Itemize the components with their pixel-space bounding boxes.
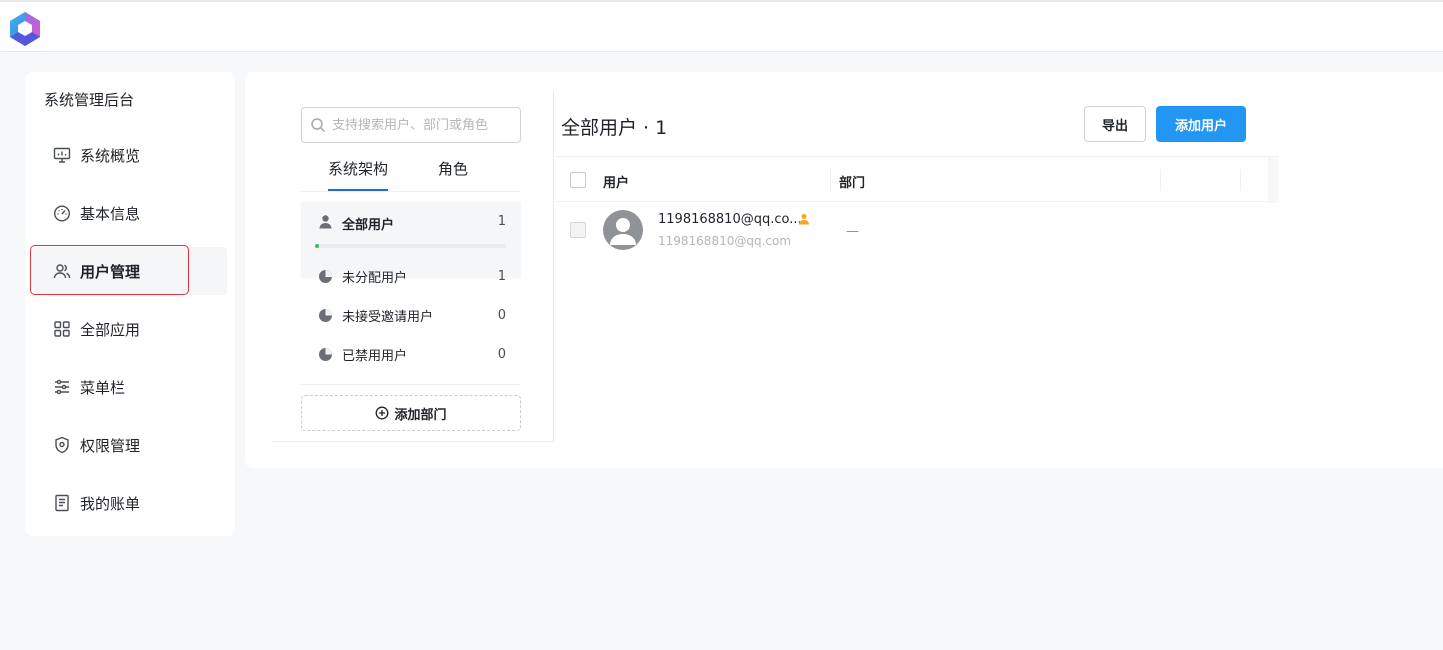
- tab-system-structure[interactable]: 系统架构: [328, 158, 389, 191]
- search-box: [301, 107, 521, 143]
- top-bar: [0, 0, 1443, 52]
- group-unassigned-users[interactable]: 未分配用户 1: [301, 257, 521, 296]
- add-department-button[interactable]: 添加部门: [301, 395, 521, 431]
- table-header: 用户 部门: [556, 156, 1279, 203]
- tab-roles[interactable]: 角色: [438, 158, 468, 189]
- sidebar-item-overview[interactable]: 系统概览: [33, 131, 227, 179]
- group-count: 0: [497, 308, 506, 323]
- search-icon: [311, 118, 326, 133]
- main-content: 系统架构 角色 全部用户 1 未分配用户 1 未接受邀请用户 0: [245, 72, 1443, 468]
- add-user-button[interactable]: 添加用户: [1156, 106, 1246, 142]
- all-users-progress-bar: [315, 244, 506, 248]
- sliders-icon: [53, 378, 71, 396]
- progress-fill: [315, 244, 319, 248]
- sidebar-item-permissions[interactable]: 权限管理: [33, 421, 227, 469]
- panel-divider: [301, 384, 521, 385]
- pie-chart-icon: [318, 269, 333, 284]
- column-separator: [1160, 169, 1161, 191]
- sidebar-item-label: 我的账单: [80, 494, 141, 513]
- user-email: 1198168810@qq.com: [658, 234, 792, 248]
- bill-document-icon: [53, 494, 71, 512]
- column-header-department: 部门: [839, 176, 866, 191]
- org-tabs: 系统架构 角色: [301, 152, 521, 192]
- user-name: 1198168810@qq.co...: [658, 212, 802, 227]
- sidebar-item-label: 用户管理: [80, 262, 141, 281]
- sidebar-item-label: 权限管理: [80, 436, 141, 455]
- user-icon: [318, 214, 333, 229]
- sidebar: 系统管理后台 系统概览 基本信息 用户管理 全部应用 菜单栏 权限管理 我的账单: [25, 72, 235, 536]
- shield-icon: [53, 436, 71, 454]
- sidebar-title: 系统管理后台: [44, 91, 135, 109]
- sidebar-item-menu-bar[interactable]: 菜单栏: [33, 363, 227, 411]
- sidebar-item-user-management[interactable]: 用户管理: [33, 247, 227, 295]
- pie-chart-icon: [318, 347, 333, 362]
- users-icon: [53, 262, 71, 280]
- page-title: 全部用户 · 1: [561, 117, 668, 139]
- dashboard-gauge-icon: [53, 204, 71, 222]
- user-table: 用户 部门 1198168810@qq.co... 1198168810@qq.…: [556, 156, 1279, 276]
- export-button[interactable]: 导出: [1084, 106, 1146, 142]
- table-row[interactable]: 1198168810@qq.co... 1198168810@qq.com —: [556, 202, 1279, 262]
- avatar: [603, 210, 643, 250]
- group-count: 1: [497, 214, 506, 229]
- plus-circle-icon: [376, 406, 389, 420]
- row-checkbox[interactable]: [570, 222, 586, 238]
- group-disabled-users[interactable]: 已禁用用户 0: [301, 335, 521, 374]
- sidebar-item-label: 基本信息: [80, 204, 141, 223]
- monitor-chart-icon: [53, 146, 71, 164]
- group-count: 0: [497, 347, 506, 362]
- admin-user-icon: [799, 214, 809, 225]
- sidebar-item-label: 系统概览: [80, 146, 141, 165]
- add-department-label: 添加部门: [394, 407, 447, 423]
- group-label: 未分配用户: [342, 271, 408, 286]
- column-separator: [830, 169, 831, 191]
- group-pending-invite-users[interactable]: 未接受邀请用户 0: [301, 296, 521, 335]
- pie-chart-icon: [318, 308, 333, 323]
- sidebar-item-my-bill[interactable]: 我的账单: [33, 479, 227, 527]
- sidebar-item-label: 全部应用: [80, 320, 141, 339]
- apps-grid-icon: [53, 320, 71, 338]
- column-separator: [1240, 169, 1241, 191]
- column-header-user: 用户: [603, 176, 630, 191]
- group-count: 1: [497, 269, 506, 284]
- search-input[interactable]: [332, 117, 512, 133]
- group-label: 已禁用用户: [342, 349, 408, 364]
- app-logo-icon[interactable]: [6, 10, 44, 48]
- sidebar-item-label: 菜单栏: [80, 378, 126, 397]
- default-avatar-icon: [610, 218, 636, 245]
- sidebar-item-basic-info[interactable]: 基本信息: [33, 189, 227, 237]
- select-all-checkbox[interactable]: [570, 172, 586, 188]
- user-department: —: [846, 224, 859, 239]
- org-panel: 系统架构 角色 全部用户 1 未分配用户 1 未接受邀请用户 0: [272, 92, 554, 442]
- fixed-column-shadow: [1268, 157, 1279, 203]
- sidebar-item-all-apps[interactable]: 全部应用: [33, 305, 227, 353]
- group-label: 全部用户: [342, 218, 395, 233]
- group-label: 未接受邀请用户: [342, 310, 434, 325]
